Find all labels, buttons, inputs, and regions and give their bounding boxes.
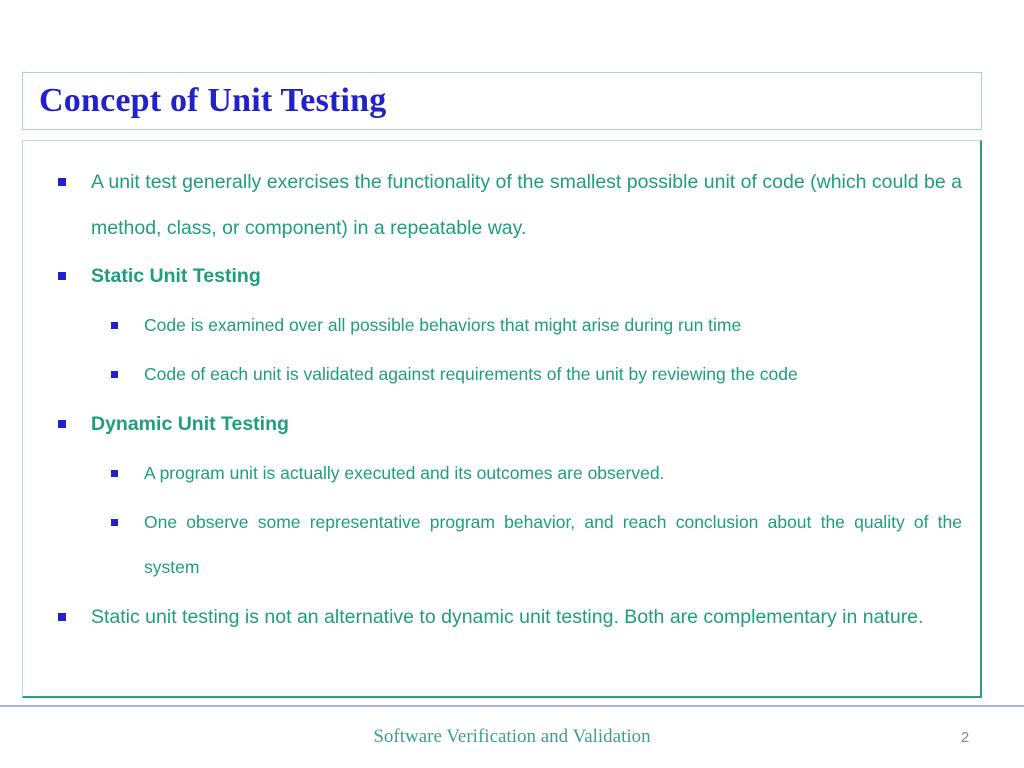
- page-number: 2: [960, 729, 970, 746]
- list-item: A program unit is actually executed and …: [41, 451, 962, 496]
- footer-title: Software Verification and Validation: [373, 726, 651, 747]
- slide-title-box: Concept of Unit Testing: [22, 72, 982, 130]
- slide-content-box: A unit test generally exercises the func…: [22, 140, 982, 698]
- square-bullet-icon: [111, 519, 118, 526]
- list-item-label: Dynamic Unit Testing: [91, 413, 289, 435]
- list-item: Code is examined over all possible behav…: [41, 303, 962, 348]
- list-item: One observe some representative program …: [41, 500, 962, 590]
- square-bullet-icon: [111, 322, 118, 329]
- list-item: Dynamic Unit Testing: [41, 401, 962, 447]
- list-item-label: One observe some representative program …: [144, 512, 962, 577]
- list-item: Code of each unit is validated against r…: [41, 352, 962, 397]
- square-bullet-icon: [58, 420, 66, 428]
- square-bullet-icon: [58, 178, 66, 186]
- list-item: Static unit testing is not an alternativ…: [41, 594, 962, 640]
- list-item: A unit test generally exercises the func…: [41, 159, 962, 251]
- footer-divider: [0, 705, 1024, 707]
- square-bullet-icon: [111, 470, 118, 477]
- square-bullet-icon: [111, 371, 118, 378]
- list-item-label: Code is examined over all possible behav…: [144, 315, 742, 335]
- list-item-label: A program unit is actually executed and …: [144, 463, 665, 483]
- page-title: Concept of Unit Testing: [39, 82, 387, 120]
- square-bullet-icon: [58, 272, 66, 280]
- square-bullet-icon: [58, 613, 66, 621]
- list-item: Static Unit Testing: [41, 253, 962, 299]
- list-item-label: Static Unit Testing: [91, 265, 261, 287]
- list-item-label: Static unit testing is not an alternativ…: [91, 606, 924, 628]
- list-item-label: A unit test generally exercises the func…: [91, 171, 962, 239]
- list-item-label: Code of each unit is validated against r…: [144, 364, 798, 384]
